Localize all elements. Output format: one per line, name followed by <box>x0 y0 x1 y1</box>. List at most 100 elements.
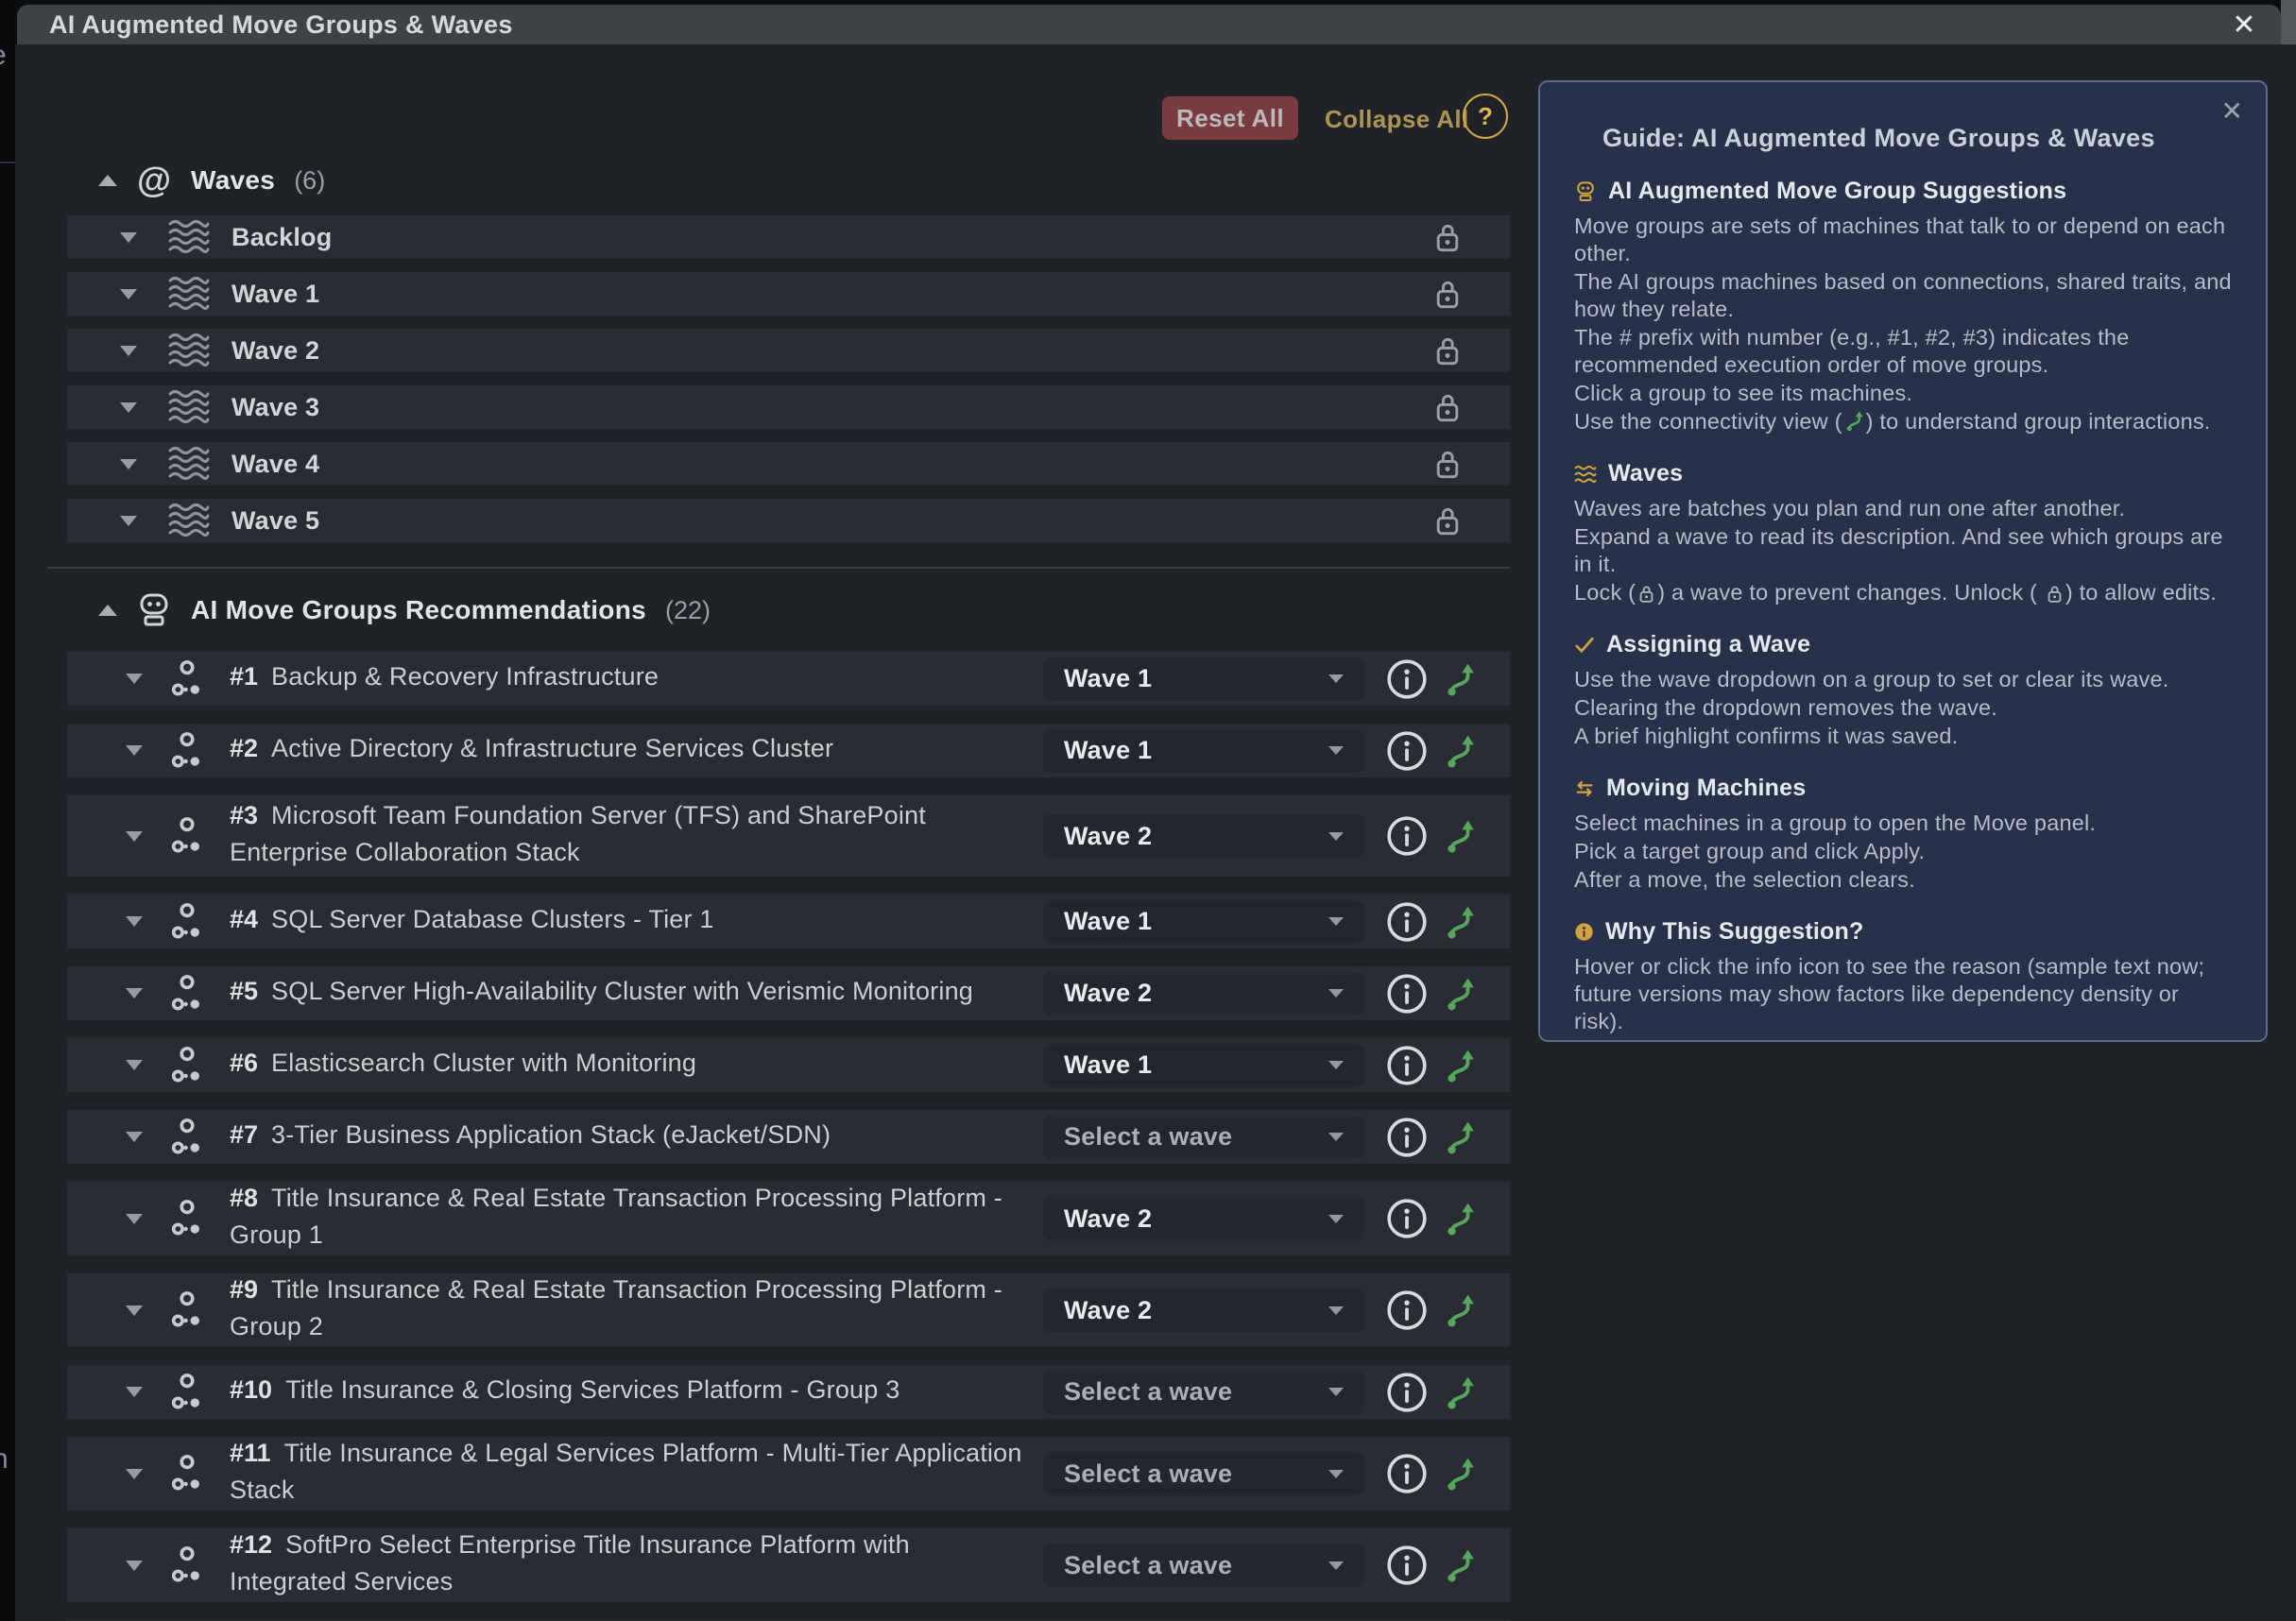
guide-line: Waves are batches you plan and run one a… <box>1574 495 2232 522</box>
group-expand-chevron[interactable] <box>126 1561 143 1571</box>
info-icon[interactable] <box>1385 1044 1429 1087</box>
connectivity-icon[interactable] <box>1444 660 1476 698</box>
wave-select-dropdown[interactable]: Select a wave <box>1043 1116 1364 1159</box>
collapse-all-button[interactable]: Collapse All <box>1325 101 1469 137</box>
connectivity-icon[interactable] <box>1444 1200 1476 1237</box>
group-row[interactable]: #6Elasticsearch Cluster with Monitoring … <box>67 1038 1510 1092</box>
unlock-icon[interactable] <box>1432 391 1463 423</box>
group-expand-chevron[interactable] <box>126 1132 143 1142</box>
group-row[interactable]: #8Title Insurance & Real Estate Transact… <box>67 1182 1510 1255</box>
group-row[interactable]: #9Title Insurance & Real Estate Transact… <box>67 1273 1510 1347</box>
info-icon[interactable] <box>1385 657 1429 701</box>
info-icon[interactable] <box>1385 1544 1429 1587</box>
robot-icon <box>134 590 174 630</box>
group-expand-chevron[interactable] <box>126 1060 143 1070</box>
unlock-icon[interactable] <box>1432 278 1463 310</box>
wave-select-dropdown[interactable]: Wave 1 <box>1043 729 1364 773</box>
connectivity-icon[interactable] <box>1444 1291 1476 1329</box>
group-expand-chevron[interactable] <box>126 1469 143 1479</box>
connectivity-icon[interactable] <box>1444 1546 1476 1584</box>
guide-close-button[interactable]: ✕ <box>2221 95 2243 127</box>
wave-select-dropdown[interactable]: Wave 2 <box>1043 1197 1364 1240</box>
info-icon[interactable] <box>1385 814 1429 858</box>
wave-select-dropdown[interactable]: Select a wave <box>1043 1371 1364 1414</box>
wave-row[interactable]: Wave 2 <box>67 329 1510 372</box>
group-title: Microsoft Team Foundation Server (TFS) a… <box>230 801 926 866</box>
wave-row[interactable]: Wave 5 <box>67 499 1510 542</box>
info-icon[interactable] <box>1385 972 1429 1015</box>
waves-collapse-toggle[interactable] <box>98 175 117 186</box>
help-button[interactable]: ? <box>1463 94 1508 139</box>
connectivity-icon[interactable] <box>1444 732 1476 770</box>
group-controls: Wave 2 <box>1043 1288 1476 1332</box>
unlock-icon[interactable] <box>1432 504 1463 537</box>
group-expand-chevron[interactable] <box>126 674 143 684</box>
group-expand-chevron[interactable] <box>126 1305 143 1316</box>
wave-select-value: Wave 1 <box>1064 736 1152 765</box>
wave-select-dropdown[interactable]: Wave 2 <box>1043 814 1364 858</box>
wave-expand-chevron[interactable] <box>120 232 137 243</box>
group-expand-chevron[interactable] <box>126 916 143 927</box>
reset-all-button[interactable]: Reset All <box>1162 96 1298 140</box>
wave-expand-chevron[interactable] <box>120 346 137 356</box>
connectivity-icon[interactable] <box>1444 1047 1476 1084</box>
connectivity-icon[interactable] <box>1444 1455 1476 1493</box>
wave-select-dropdown[interactable]: Wave 1 <box>1043 1044 1364 1087</box>
info-icon[interactable] <box>1385 900 1429 944</box>
group-row[interactable]: #73-Tier Business Application Stack (eJa… <box>67 1110 1510 1164</box>
group-row[interactable]: #5SQL Server High-Availability Cluster w… <box>67 966 1510 1020</box>
groups-collapse-toggle[interactable] <box>98 605 117 616</box>
wave-select-dropdown[interactable]: Wave 2 <box>1043 972 1364 1015</box>
unlock-icon[interactable] <box>1432 221 1463 253</box>
info-icon[interactable] <box>1385 1116 1429 1159</box>
group-row[interactable]: #11Title Insurance & Legal Services Plat… <box>67 1437 1510 1510</box>
info-icon[interactable] <box>1385 1452 1429 1495</box>
group-row[interactable]: #10Title Insurance & Closing Services Pl… <box>67 1365 1510 1419</box>
group-expand-chevron[interactable] <box>126 1387 143 1397</box>
underlying-scrollbar-sliver <box>2281 0 2296 51</box>
group-row[interactable]: #1Backup & Recovery Infrastructure Wave … <box>67 652 1510 706</box>
connectivity-icon[interactable] <box>1444 1118 1476 1156</box>
group-row[interactable]: #2Active Directory & Infrastructure Serv… <box>67 724 1510 777</box>
group-row[interactable]: #12SoftPro Select Enterprise Title Insur… <box>67 1528 1510 1602</box>
group-expand-chevron[interactable] <box>126 1214 143 1224</box>
group-row[interactable]: #4SQL Server Database Clusters - Tier 1 … <box>67 895 1510 948</box>
info-icon[interactable] <box>1385 1288 1429 1332</box>
connectivity-icon[interactable] <box>1444 975 1476 1013</box>
guide-line: Use the wave dropdown on a group to set … <box>1574 666 2232 693</box>
group-expand-chevron[interactable] <box>126 745 143 756</box>
wave-select-dropdown[interactable]: Select a wave <box>1043 1544 1364 1587</box>
wave-row[interactable]: Backlog <box>67 215 1510 259</box>
unlock-icon[interactable] <box>1432 334 1463 367</box>
wave-row[interactable]: Wave 3 <box>67 385 1510 429</box>
wave-expand-chevron[interactable] <box>120 459 137 469</box>
info-icon[interactable] <box>1385 729 1429 773</box>
unlock-icon[interactable] <box>1432 448 1463 480</box>
group-row[interactable]: #3Microsoft Team Foundation Server (TFS)… <box>67 795 1510 877</box>
connectivity-icon[interactable] <box>1444 1374 1476 1411</box>
wave-row[interactable]: Wave 4 <box>67 442 1510 486</box>
wave-select-dropdown[interactable]: Wave 1 <box>1043 900 1364 944</box>
group-text: #12SoftPro Select Enterprise Title Insur… <box>230 1528 1043 1602</box>
group-expand-chevron[interactable] <box>126 831 143 842</box>
wave-row[interactable]: Wave 1 <box>67 272 1510 316</box>
info-icon[interactable] <box>1385 1371 1429 1414</box>
wave-select-dropdown[interactable]: Wave 1 <box>1043 657 1364 701</box>
wave-expand-chevron[interactable] <box>120 402 137 413</box>
groups-count: (22) <box>665 596 711 625</box>
group-controls: Wave 2 <box>1043 972 1476 1015</box>
connectivity-icon[interactable] <box>1444 903 1476 941</box>
modal-close-button[interactable]: ✕ <box>2222 5 2266 44</box>
wave-expand-chevron[interactable] <box>120 516 137 526</box>
wave-select-dropdown[interactable]: Wave 2 <box>1043 1288 1364 1332</box>
waves-spiral-icon: @ <box>134 161 174 200</box>
group-expand-chevron[interactable] <box>126 988 143 998</box>
group-text: #1Backup & Recovery Infrastructure <box>230 660 1043 697</box>
wave-expand-chevron[interactable] <box>120 289 137 299</box>
info-icon[interactable] <box>1385 1197 1429 1240</box>
wave-select-dropdown[interactable]: Select a wave <box>1043 1452 1364 1495</box>
move-group-icon <box>167 1045 207 1086</box>
waves-count: (6) <box>294 166 325 196</box>
connectivity-icon[interactable] <box>1444 817 1476 855</box>
move-group-icon <box>167 973 207 1015</box>
